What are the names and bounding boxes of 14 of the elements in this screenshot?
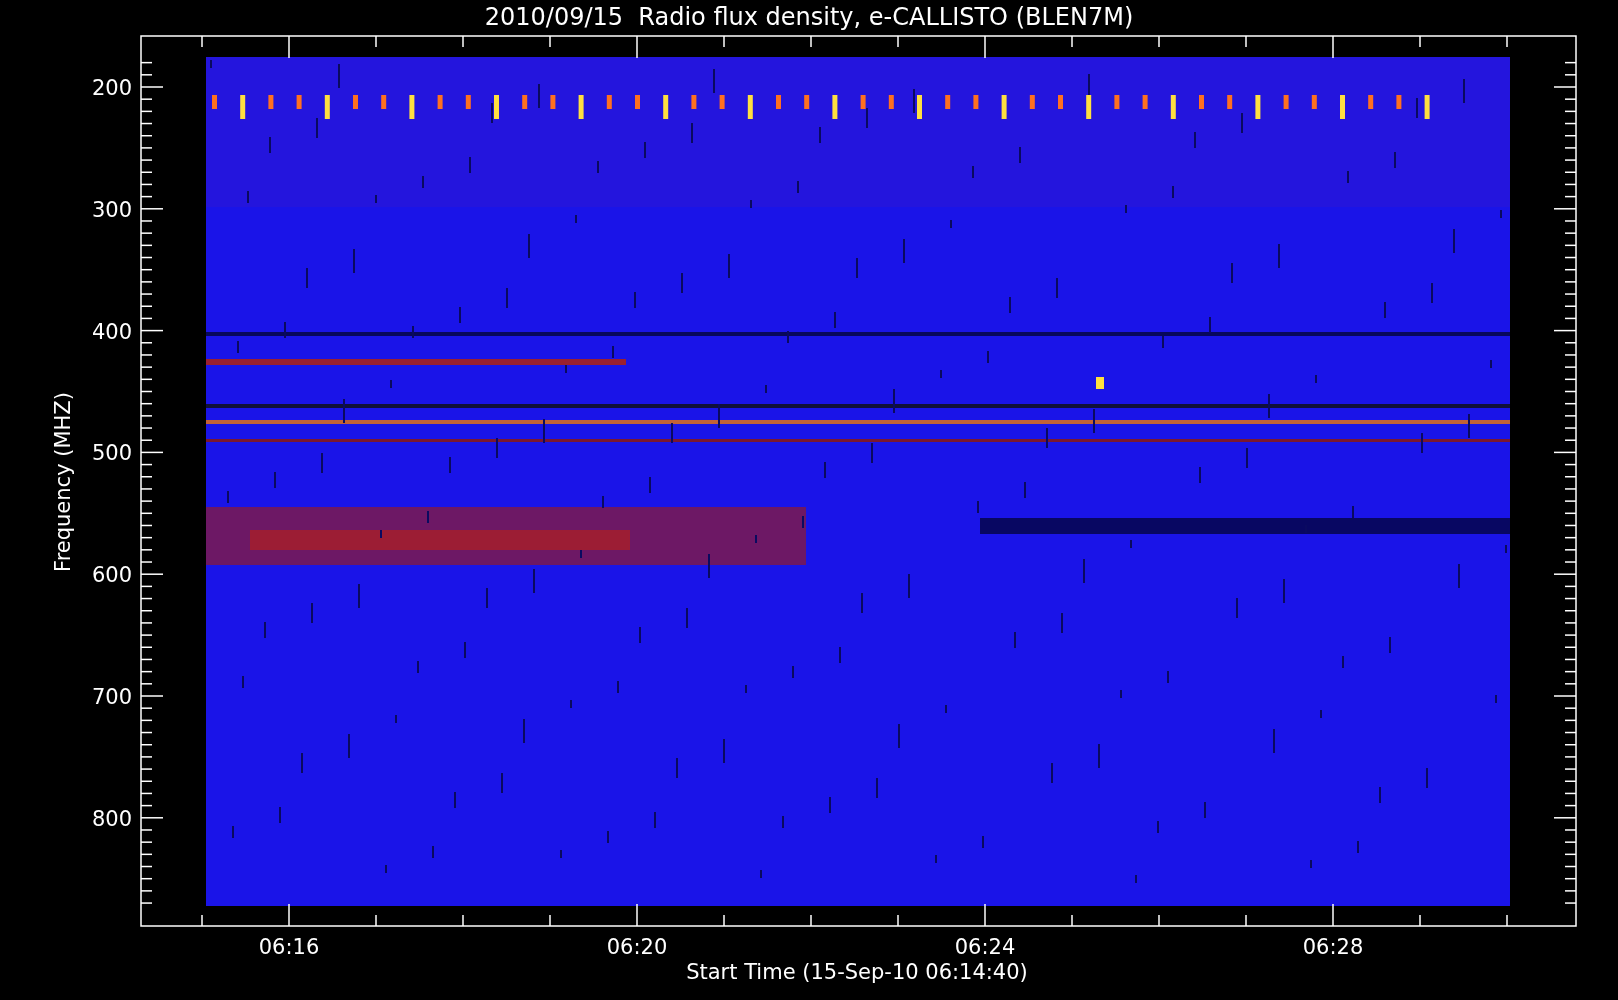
axis-tick-label: 800 xyxy=(91,806,132,831)
axis-tick-label: 600 xyxy=(91,563,132,588)
y-axis-title: Frequency (MHZ) xyxy=(51,392,75,572)
axis-tick-label: 400 xyxy=(91,319,132,344)
axis-tick-label: 200 xyxy=(91,76,132,100)
axis-tick-label: 300 xyxy=(91,197,132,222)
axis-tick-label: 06:28 xyxy=(1302,935,1364,959)
x-axis-title: Start Time (15-Sep-10 06:14:40) xyxy=(686,960,1028,984)
chart-title: 2010/09/15 Radio flux density, e-CALLISTO (BLEN7M) xyxy=(484,3,1134,31)
axis-tick-label: 500 xyxy=(91,441,132,466)
axis-tick-label: 700 xyxy=(91,685,132,709)
axis-tick-label: 06:16 xyxy=(258,935,320,959)
axis-tick-label: 06:24 xyxy=(954,935,1016,959)
axis-tick-label: 06:20 xyxy=(606,935,668,959)
